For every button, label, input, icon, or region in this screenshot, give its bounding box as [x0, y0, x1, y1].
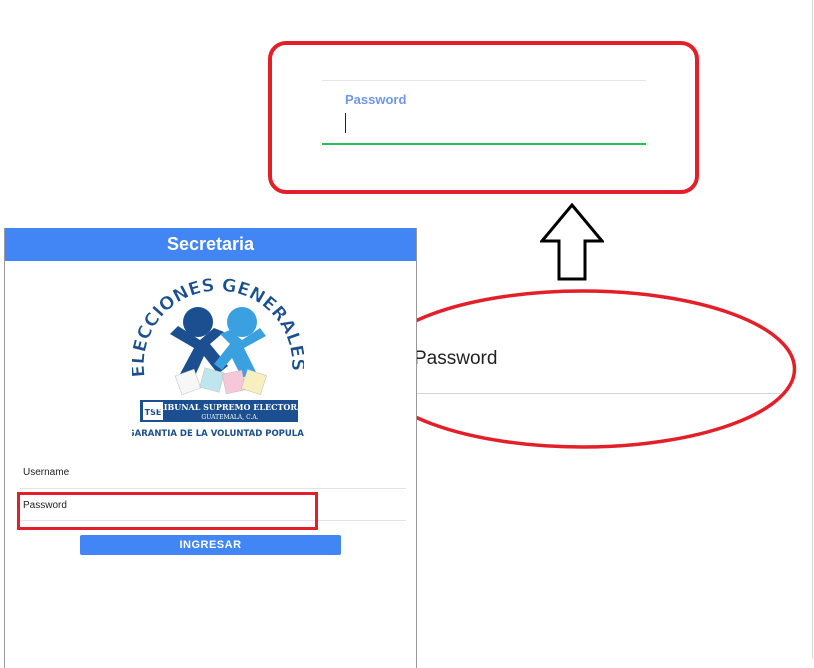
- username-label: Username: [23, 467, 70, 478]
- zoom-divider: [322, 80, 646, 81]
- panel-title: Secretaria: [5, 228, 416, 261]
- logo-slogan: GARANTIA DE LA VOLUNTAD POPULAR: [132, 429, 304, 439]
- login-panel: Secretaria ELECCIONES GENERALES 2015 TSE…: [4, 228, 417, 668]
- username-input[interactable]: [20, 488, 406, 489]
- oval-password-label: Password: [414, 348, 498, 369]
- logo-org-name: TRIBUNAL SUPREMO ELECTORAL: [151, 402, 304, 412]
- page-border: [812, 0, 813, 659]
- login-button[interactable]: INGRESAR: [80, 535, 341, 555]
- up-arrow-icon: [540, 203, 604, 281]
- zoom-password-underline[interactable]: [322, 143, 646, 145]
- logo-org-location: GUATEMALA, C.A.: [201, 414, 258, 421]
- elecciones-logo: ELECCIONES GENERALES 2015 TSE TRIBUNAL S…: [132, 274, 304, 439]
- password-highlight-frame: [17, 492, 318, 530]
- zoom-password-label: Password: [345, 92, 407, 107]
- oval-password-underline: [416, 393, 780, 394]
- zoom-callout-frame: [268, 41, 699, 194]
- text-caret: [345, 113, 346, 133]
